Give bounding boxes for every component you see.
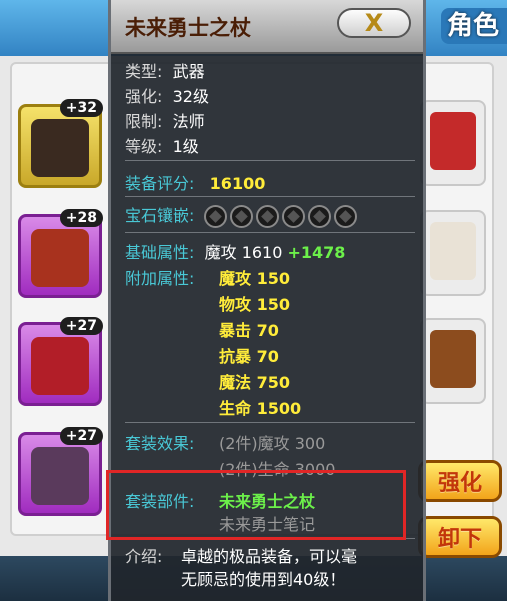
extra-attribute: 魔法 750 — [219, 373, 290, 392]
robe-icon — [430, 222, 476, 280]
equip-slot-necklace[interactable]: +27 — [18, 427, 103, 516]
intro-label: 介绍: — [125, 547, 163, 566]
intro-text: 卓越的极品装备，可以毫 — [181, 547, 358, 566]
equip-slot-hood[interactable] — [420, 100, 486, 186]
hood-icon — [430, 112, 476, 170]
necklace-icon — [31, 447, 89, 505]
cloak-icon — [430, 330, 476, 388]
info-type: 类型: 武器 — [125, 62, 205, 81]
book-icon — [31, 229, 89, 287]
tooltip-header: 未来勇士之杖 X — [111, 0, 423, 54]
equip-slot-gloves[interactable]: +27 — [18, 317, 103, 406]
gloves-icon — [31, 337, 89, 395]
divider — [125, 232, 415, 233]
slot-level-badge: +32 — [59, 99, 103, 117]
equip-slot-cloak[interactable] — [420, 318, 486, 404]
gem-socket-icon[interactable] — [333, 205, 357, 228]
equip-slot-weapon[interactable]: +32 — [18, 99, 103, 188]
extra-attribute: 生命 1500 — [219, 399, 302, 418]
intro-text: 无顾忌的使用到40级！ — [181, 570, 346, 589]
unequip-button[interactable]: 卸下 — [418, 516, 502, 558]
staff-icon — [31, 119, 89, 177]
close-button[interactable]: X — [337, 8, 411, 38]
extra-attribute: 魔攻 150 — [219, 269, 290, 288]
divider — [125, 422, 415, 423]
extra-attribute: 暴击 70 — [219, 321, 279, 340]
gem-socket-icon[interactable] — [281, 205, 305, 228]
equipment-score: 装备评分: 16100 — [125, 174, 266, 193]
extra-attribute-label: 附加属性: — [125, 269, 195, 288]
equip-slot-book[interactable]: +28 — [18, 209, 103, 298]
base-attribute: 基础属性: 魔攻 1610 +1478 — [125, 243, 346, 262]
set-effect: (2件)魔攻 300 — [219, 434, 326, 453]
gem-socket-icon[interactable] — [229, 205, 253, 228]
gem-socket-icon[interactable] — [307, 205, 331, 228]
set-effect-label: 套装效果: — [125, 434, 195, 453]
divider — [125, 160, 415, 161]
info-level: 等级: 1级 — [125, 137, 199, 156]
item-name: 未来勇士之杖 — [125, 16, 251, 40]
extra-attribute: 抗暴 70 — [219, 347, 279, 366]
set-parts-highlight-box — [106, 470, 406, 540]
character-panel-title: 角色 — [441, 8, 507, 44]
gem-sockets: 宝石镶嵌: — [125, 202, 360, 228]
gem-socket-icon[interactable] — [255, 205, 279, 228]
divider — [125, 196, 415, 197]
info-enhance: 强化: 32级 — [125, 87, 209, 106]
info-restriction: 限制: 法师 — [125, 112, 205, 131]
slot-level-badge: +27 — [59, 317, 103, 335]
slot-level-badge: +28 — [59, 209, 103, 227]
slot-level-badge: +27 — [59, 427, 103, 445]
strengthen-button[interactable]: 强化 — [418, 460, 502, 502]
extra-attribute: 物攻 150 — [219, 295, 290, 314]
equip-slot-robe[interactable] — [420, 210, 486, 296]
gem-socket-icon[interactable] — [203, 205, 227, 228]
